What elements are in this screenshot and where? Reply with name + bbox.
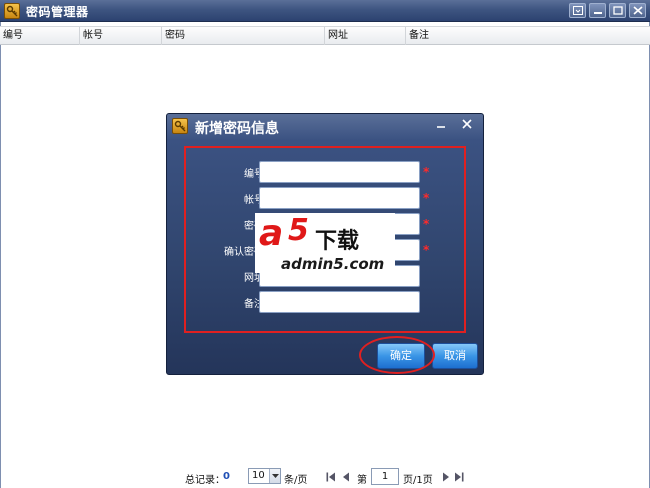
dialog-close-button[interactable] [458, 116, 476, 132]
required-marker: * [423, 165, 430, 179]
column-header-note[interactable]: 备注 [406, 27, 650, 45]
chevron-down-icon[interactable] [269, 469, 280, 483]
per-page-label: 条/页 [284, 475, 308, 486]
window-controls [569, 3, 646, 18]
required-marker: * [423, 191, 430, 205]
total-records-value: 0 [223, 471, 230, 482]
maximize-button[interactable] [609, 3, 626, 18]
window-title: 密码管理器 [26, 5, 89, 19]
next-page-icon[interactable] [442, 472, 450, 482]
watermark-url: admin5.com [281, 255, 385, 273]
dialog-minimize-button[interactable] [432, 116, 450, 132]
key-icon [4, 3, 20, 19]
page-suffix-label: 页/1页 [403, 475, 433, 486]
key-icon [172, 118, 188, 134]
confirm-highlight-ring [359, 336, 435, 374]
first-page-icon[interactable] [326, 472, 336, 482]
total-records-label: 总记录： [185, 475, 225, 486]
pagination-bar: 总记录： 0 10 条/页 第 1 页/1页 [185, 467, 475, 487]
column-header-account[interactable]: 帐号 [80, 27, 162, 45]
minimize-button[interactable] [589, 3, 606, 18]
watermark-cn: 下载 [315, 229, 360, 254]
watermark-logo: a 5 下载 admin5.com [255, 213, 395, 273]
title-bar: 密码管理器 [0, 0, 650, 22]
column-header-id[interactable]: 编号 [0, 27, 80, 45]
window-menu-button[interactable] [569, 3, 586, 18]
window-border-left [0, 22, 1, 488]
prev-page-icon[interactable] [342, 472, 350, 482]
account-field[interactable] [259, 187, 420, 209]
current-page-input[interactable]: 1 [371, 468, 399, 485]
last-page-icon[interactable] [454, 472, 464, 482]
watermark-5: 5 [288, 213, 309, 248]
page-prefix-label: 第 [357, 475, 367, 486]
form-row-account: 帐号： * [186, 187, 464, 209]
note-field[interactable] [259, 291, 420, 313]
form-row-note: 备注： [186, 291, 464, 313]
required-marker: * [423, 243, 430, 257]
dialog-title: 新增密码信息 [195, 121, 279, 137]
page-size-value: 10 [252, 470, 265, 481]
column-header-url[interactable]: 网址 [325, 27, 406, 45]
id-field[interactable] [259, 161, 420, 183]
watermark-a: a [259, 213, 284, 254]
close-button[interactable] [629, 3, 646, 18]
table-header: 编号 帐号 密码 网址 备注 [0, 26, 650, 45]
page-size-select[interactable]: 10 [248, 468, 281, 484]
cancel-button[interactable]: 取消 [432, 343, 478, 369]
column-header-password[interactable]: 密码 [162, 27, 325, 45]
form-row-id: 编号： * [186, 161, 464, 183]
required-marker: * [423, 217, 430, 231]
